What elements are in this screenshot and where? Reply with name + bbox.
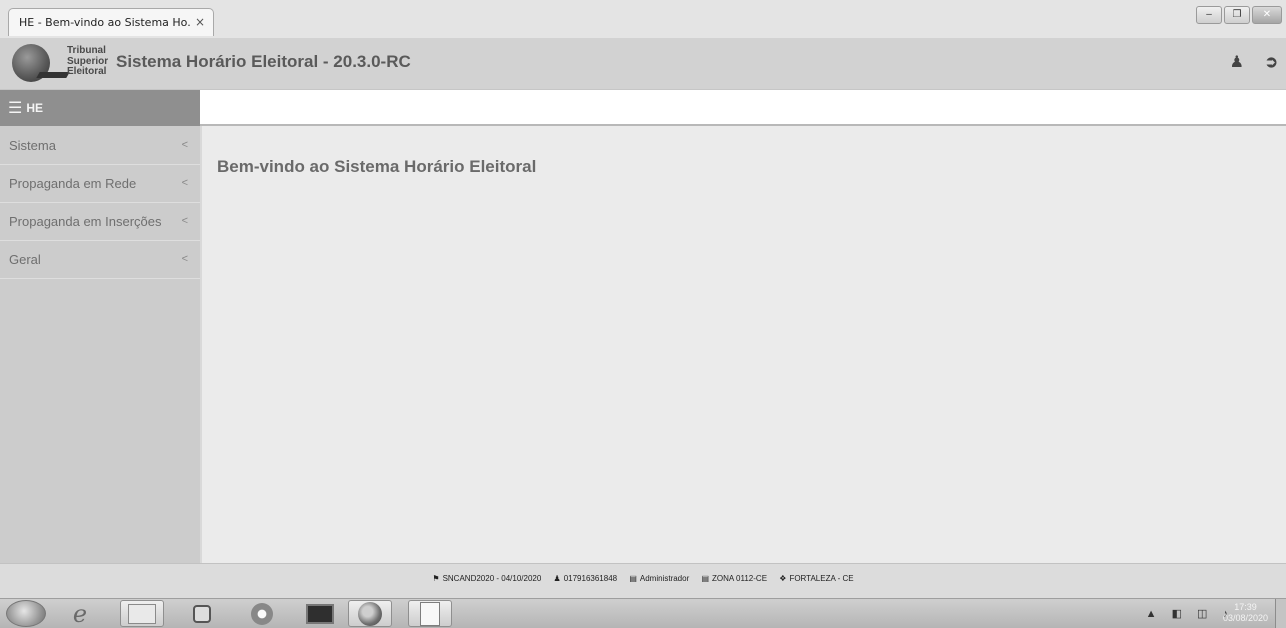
sidebar: ☰ HE Sistema < Propaganda em Rede < Propa… xyxy=(0,90,200,563)
system-tray[interactable]: ▲ ◧ ◫ ♪ xyxy=(1146,607,1234,620)
tab-close-icon[interactable]: × xyxy=(195,9,205,36)
user-icon: ♟ xyxy=(553,574,561,583)
tab-title: HE - Bem-vindo ao Sistema Ho... xyxy=(19,16,191,29)
sidebar-item-propaganda-em-insercoes[interactable]: Propaganda em Inserções < xyxy=(0,203,200,241)
internet-explorer-icon: e xyxy=(72,599,88,628)
firefox-taskbar-button[interactable] xyxy=(348,600,392,627)
hamburger-icon[interactable]: ☰ xyxy=(8,100,22,117)
sidebar-item-label: Sistema xyxy=(9,138,56,153)
app-title: Sistema Horário Eleitoral - 20.3.0-RC xyxy=(116,52,411,71)
logout-icon[interactable]: ➲ xyxy=(1265,52,1278,72)
folder-icon xyxy=(128,603,156,624)
footer-version-text: SNCAND2020 - 04/10/2020 xyxy=(442,574,542,583)
list-icon: ▤ xyxy=(701,574,710,583)
list-icon: ▤ xyxy=(629,574,637,583)
logo-line-1: Tribunal xyxy=(67,45,106,56)
sidebar-menu: Sistema < Propaganda em Rede < Propagand… xyxy=(0,127,200,279)
os-taskbar: e ▲ ◧ ◫ ♪ 17:39 03/08/2020 xyxy=(0,598,1286,628)
tse-logo-bar xyxy=(36,72,70,78)
chrome-taskbar-button[interactable] xyxy=(240,600,284,627)
footer-version: ⚑ SNCAND2020 - 04/10/2020 xyxy=(432,574,541,583)
tse-logo-text: Tribunal Superior Eleitoral xyxy=(67,45,108,78)
sidebar-item-label: Propaganda em Rede xyxy=(9,176,137,191)
sidebar-item-propaganda-em-rede[interactable]: Propaganda em Rede < xyxy=(0,165,200,203)
sidebar-item-label: Geral xyxy=(9,252,41,267)
footer-profile-text: Administrador xyxy=(639,574,690,583)
ie-taskbar-button[interactable]: e xyxy=(58,600,102,627)
start-button[interactable] xyxy=(6,600,46,627)
footer-zone-text: ZONA 0112-CE xyxy=(712,574,768,583)
show-desktop-button[interactable] xyxy=(1275,599,1286,628)
sidebar-toggle[interactable]: ☰ HE xyxy=(0,90,200,126)
close-window-button[interactable]: ✕ xyxy=(1252,6,1282,24)
browser-chrome: HE - Bem-vindo ao Sistema Ho... × – ❐ ✕ xyxy=(0,0,1286,39)
status-footer: ⚑ SNCAND2020 - 04/10/2020 ♟ 017916361848 ▤… xyxy=(0,563,1286,598)
sidebar-item-label: Propaganda em Inserções xyxy=(9,214,162,229)
sidebar-toggle-label: HE xyxy=(26,101,44,115)
footer-profile: ▤ Administrador xyxy=(629,574,689,583)
main-content: Bem-vindo ao Sistema Horário Eleitoral xyxy=(200,126,1286,563)
footer-user-text: 017916361848 xyxy=(563,574,618,583)
app-header: Tribunal Superior Eleitoral Sistema Horá… xyxy=(0,38,1286,90)
footer-location: ❖ FORTALEZA - CE xyxy=(779,574,853,583)
flag-icon: ⚑ xyxy=(432,574,440,583)
content-topbar xyxy=(200,90,1286,126)
chevron-left-icon: < xyxy=(181,177,188,189)
logo-line-3: Eleitoral xyxy=(67,66,107,77)
chrome-icon xyxy=(251,602,273,625)
chevron-left-icon: < xyxy=(181,253,188,265)
footer-user: ♟ 017916361848 xyxy=(554,574,618,583)
media-player-taskbar-button[interactable] xyxy=(180,600,224,627)
document-taskbar-button[interactable] xyxy=(408,600,452,627)
chevron-left-icon: < xyxy=(181,139,188,151)
taskbar-clock[interactable]: 17:39 03/08/2020 xyxy=(1223,602,1268,624)
monitor-icon xyxy=(306,603,334,624)
user-icon[interactable]: ♟ xyxy=(1230,52,1244,72)
sidebar-item-geral[interactable]: Geral < xyxy=(0,241,200,279)
window-controls: – ❐ ✕ xyxy=(1196,6,1282,24)
sidebar-item-sistema[interactable]: Sistema < xyxy=(0,127,200,165)
clock-date: 03/08/2020 xyxy=(1222,613,1268,623)
footer-location-text: FORTALEZA - CE xyxy=(789,574,854,583)
firefox-icon xyxy=(358,601,382,626)
minimize-button[interactable]: – xyxy=(1196,6,1222,24)
document-icon xyxy=(420,601,440,626)
chevron-left-icon: < xyxy=(181,215,188,227)
media-player-icon xyxy=(193,604,211,623)
browser-tab[interactable]: HE - Bem-vindo ao Sistema Ho... × xyxy=(8,8,214,36)
display-taskbar-button[interactable] xyxy=(298,600,342,627)
clock-time: 17:39 xyxy=(1234,602,1257,612)
globe-icon: ❖ xyxy=(779,574,787,583)
footer-zone: ▤ ZONA 0112-CE xyxy=(701,574,767,583)
restore-button[interactable]: ❐ xyxy=(1224,6,1250,24)
page-title: Bem-vindo ao Sistema Horário Eleitoral xyxy=(217,157,537,176)
explorer-taskbar-button[interactable] xyxy=(120,600,164,627)
